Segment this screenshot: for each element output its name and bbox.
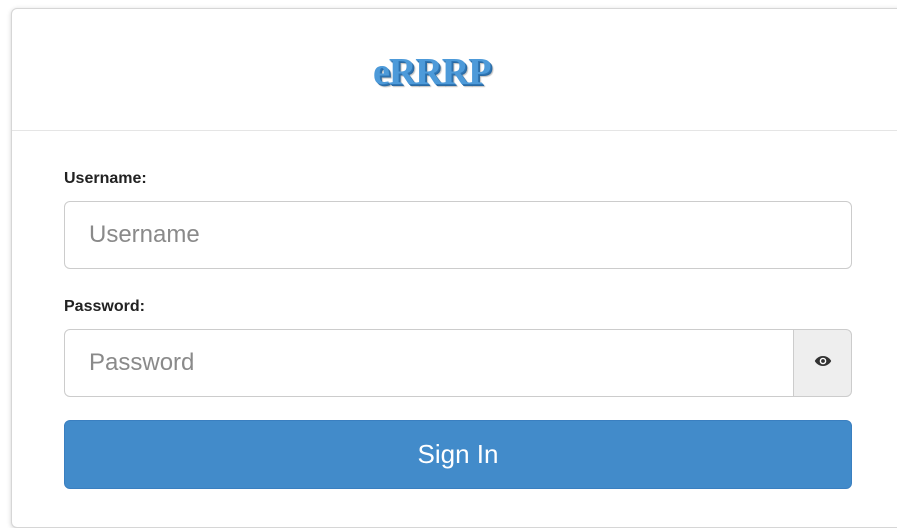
login-card: eRRRP Username: Password: Sign In — [11, 8, 897, 528]
login-header: eRRRP — [12, 9, 897, 131]
show-password-button[interactable] — [793, 329, 852, 397]
password-input[interactable] — [64, 329, 794, 397]
sign-in-button[interactable]: Sign In — [64, 420, 852, 489]
password-label: Password: — [64, 298, 145, 315]
username-label: Username: — [64, 170, 147, 187]
password-input-group — [64, 329, 852, 397]
eye-icon — [814, 354, 832, 372]
app-logo: eRRRP — [373, 51, 491, 93]
username-input[interactable] — [64, 201, 852, 269]
